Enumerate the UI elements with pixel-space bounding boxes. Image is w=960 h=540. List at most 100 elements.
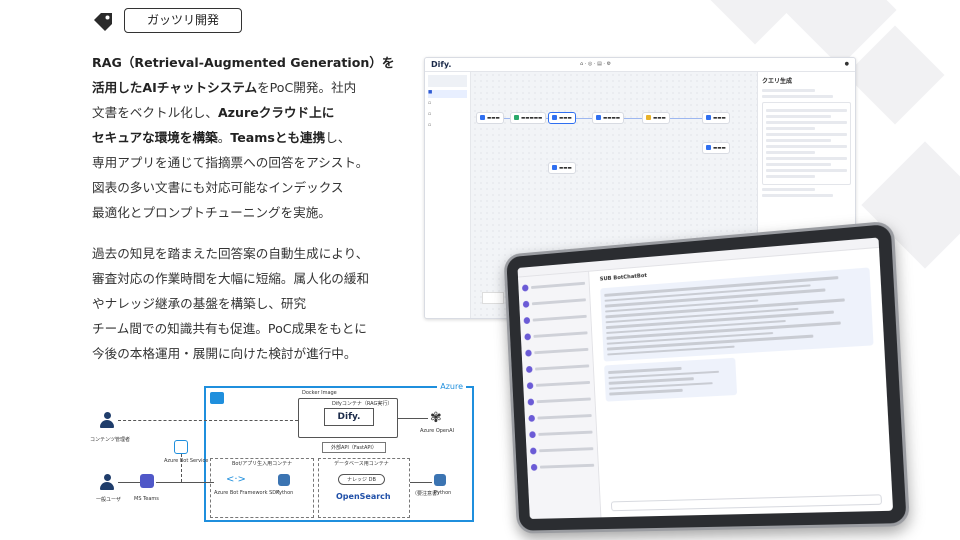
chat-history-item bbox=[522, 292, 587, 310]
general-user-icon bbox=[100, 474, 114, 490]
panel-line bbox=[766, 163, 831, 166]
chat-history-item bbox=[525, 342, 589, 360]
app-header: Dify. ⌂ · ◎ · ▤ · ⚙ ● bbox=[425, 58, 855, 72]
python-label: Python bbox=[276, 490, 294, 496]
category-tag: ガッツリ開発 bbox=[124, 8, 242, 33]
highlight-text: RAG（Retrieval-Augmented Generation）を bbox=[92, 55, 395, 70]
connector bbox=[156, 482, 214, 483]
database-container bbox=[318, 458, 410, 518]
results-paragraph: 過去の知見を踏まえた回答案の自動生成により、 審査対応の作業時間を大幅に短縮。属… bbox=[92, 241, 422, 366]
chat-history-sidebar bbox=[517, 271, 602, 519]
description-paragraph: RAG（Retrieval-Augmented Generation）を 活用し… bbox=[92, 50, 422, 225]
body-text: 審査対応の作業時間を大幅に短縮。属人化の緩和 bbox=[92, 271, 370, 286]
python-label: Python bbox=[434, 490, 452, 496]
sidebar-item: ▫ bbox=[428, 112, 432, 117]
bot-container-label: Bot/アプリ生入用コンテナ bbox=[232, 461, 293, 467]
panel-line bbox=[766, 151, 815, 154]
chat-main: SUB BotChatBot bbox=[590, 248, 893, 517]
body-text: 。 bbox=[217, 130, 231, 145]
connector bbox=[410, 482, 432, 483]
avatar: ● bbox=[844, 61, 849, 67]
highlight-text: Azureクラウド上に bbox=[217, 105, 335, 120]
panel-line bbox=[762, 194, 834, 197]
admin-user-label: コンテンツ管理者 bbox=[90, 437, 131, 443]
panel-line bbox=[766, 115, 831, 118]
docker-image-label: Docker Image bbox=[302, 390, 337, 396]
python-icon bbox=[434, 474, 446, 486]
general-user-label: 一般ユーザ bbox=[96, 497, 121, 503]
prompt-box bbox=[762, 102, 851, 185]
panel-title: クエリ生成 bbox=[762, 78, 793, 85]
tablet-device: SUB BotChatBot bbox=[503, 220, 911, 534]
body-text: し、 bbox=[325, 130, 351, 145]
azure-label: Azure bbox=[437, 382, 466, 391]
body-text: 図表の多い文書にも対応可能なインデックス bbox=[92, 180, 344, 195]
highlight-text: セキュアな環境を構築 bbox=[92, 130, 218, 145]
sidebar-item: ▫ bbox=[428, 123, 432, 128]
chat-input[interactable] bbox=[610, 494, 883, 512]
connector bbox=[398, 418, 428, 419]
connector bbox=[181, 454, 182, 482]
panel-line bbox=[762, 188, 816, 191]
panel-line bbox=[762, 95, 834, 98]
chat-history-item bbox=[521, 276, 586, 294]
panel-line bbox=[766, 127, 815, 130]
sidebar-item: ▫ bbox=[428, 101, 432, 106]
connector bbox=[118, 482, 140, 483]
vm-icon bbox=[210, 392, 224, 404]
bot-container bbox=[210, 458, 314, 518]
chat-message bbox=[604, 357, 737, 402]
body-text: チーム間での知識共有も促進。PoC成果をもとに bbox=[92, 321, 367, 336]
chat-history-item bbox=[528, 408, 592, 425]
workflow-node: ▬▬▬ bbox=[702, 112, 730, 124]
opensearch-logo: OpenSearch bbox=[336, 492, 391, 501]
panel-line bbox=[766, 157, 847, 160]
sidebar-item bbox=[428, 75, 467, 87]
body-text: 過去の知見を踏まえた回答案の自動生成により、 bbox=[92, 246, 369, 261]
knowledge-db-label: ナレッジ DB bbox=[338, 474, 385, 485]
dify-logo: Dify. bbox=[324, 408, 374, 426]
panel-line bbox=[766, 169, 847, 172]
bot-service-icon bbox=[174, 440, 188, 454]
panel-line bbox=[766, 175, 815, 178]
sidebar-item: ■ bbox=[428, 90, 467, 98]
tag-icon bbox=[94, 13, 112, 31]
sdk-label: Azure Bot Framework SDK bbox=[214, 490, 280, 496]
openai-icon: ✾ bbox=[430, 410, 442, 426]
admin-user-icon bbox=[100, 412, 114, 428]
chat-history-item bbox=[529, 425, 593, 441]
body-text: 最適化とプロンプトチューニングを実施。 bbox=[92, 205, 331, 220]
teams-icon bbox=[140, 474, 154, 488]
openai-label: Azure OpenAI bbox=[420, 428, 455, 434]
architecture-diagram: Azure コンテンツ管理者 一般ユーザ Azure Bot Service M… bbox=[86, 378, 478, 524]
panel-line bbox=[766, 145, 847, 148]
header-tabs: ⌂ · ◎ · ▤ · ⚙ bbox=[580, 61, 612, 67]
panel-line bbox=[766, 139, 831, 142]
body-text: をPoC開発。社内 bbox=[257, 80, 357, 95]
chat-history-item bbox=[524, 326, 588, 344]
panel-line bbox=[762, 89, 816, 92]
dify-logo: Dify. bbox=[431, 60, 452, 69]
workflow-sidebar: ■ ▫ ▫ ▫ bbox=[425, 72, 471, 318]
db-container-label: データベース用コンテナ bbox=[334, 461, 389, 467]
highlight-text: Teamsとも連携 bbox=[230, 130, 326, 145]
workflow-node: ▬▬▬ bbox=[476, 112, 504, 124]
sdk-icon: <·> bbox=[226, 474, 246, 485]
chat-history-item bbox=[526, 375, 591, 392]
connector bbox=[118, 420, 298, 421]
tablet-screen: SUB BotChatBot bbox=[517, 237, 894, 519]
panel-line bbox=[766, 109, 847, 112]
workflow-node: ▬▬▬ bbox=[548, 112, 576, 124]
workflow-node: ▬▬▬ bbox=[548, 162, 576, 174]
body-text: 専用アプリを通じて指摘票への回答をアシスト。 bbox=[92, 155, 369, 170]
chat-history-item bbox=[529, 441, 594, 457]
panel-line bbox=[766, 133, 847, 136]
chat-history-item bbox=[527, 392, 591, 409]
body-text: やナレッジ継承の基盤を構築し、研究 bbox=[92, 296, 307, 311]
panel-line bbox=[766, 121, 847, 124]
chat-history-item bbox=[523, 309, 587, 327]
workflow-node: ▬▬▬▬▬ bbox=[510, 112, 547, 124]
dify-container-label: Difyコンテナ（RAG実行） bbox=[332, 401, 393, 407]
workflow-node: ▬▬▬▬ bbox=[592, 112, 625, 124]
minimap bbox=[482, 292, 504, 304]
